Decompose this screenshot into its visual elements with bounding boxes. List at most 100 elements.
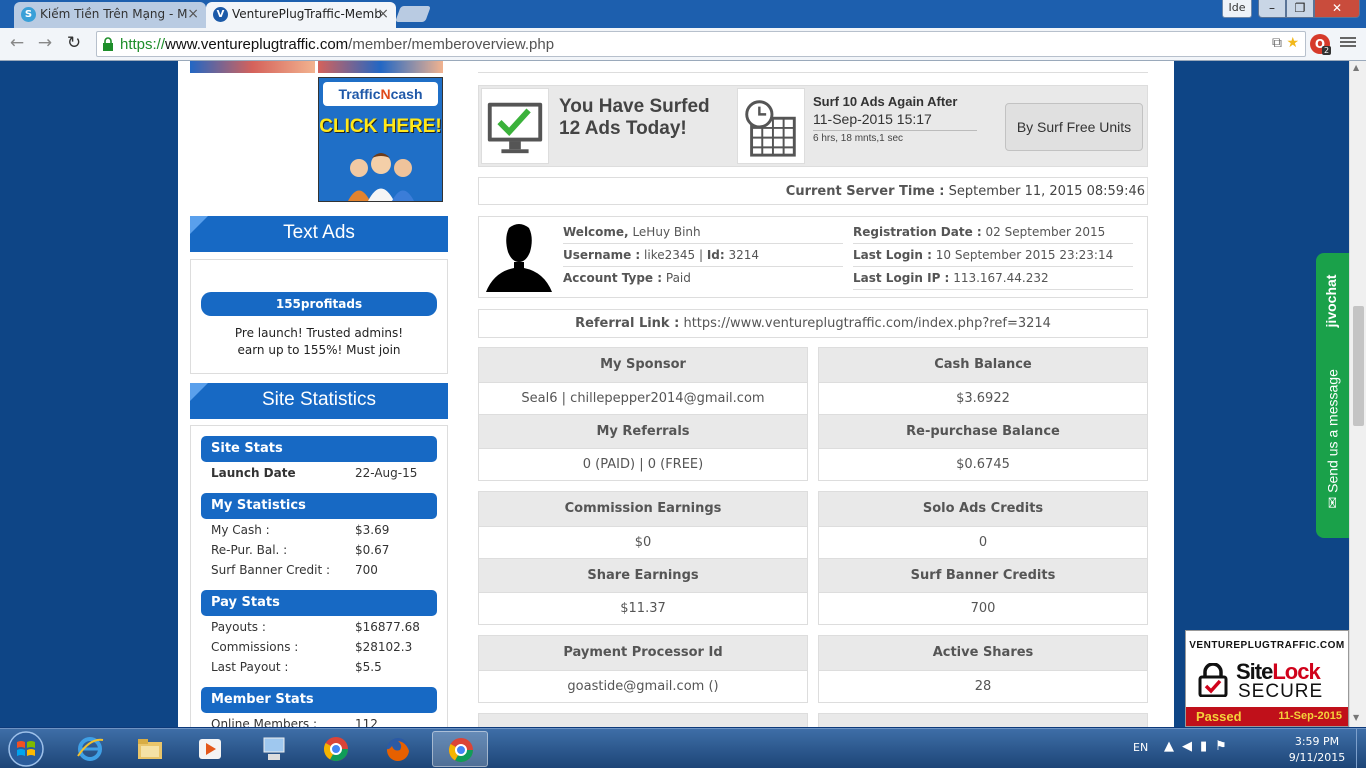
scroll-up-arrow-icon[interactable]: ▲ [1353,63,1359,72]
tab-kiem-tien[interactable]: S Kiếm Tiền Trên Mạng - M × [14,2,206,28]
taskbar-file-explorer[interactable] [122,731,178,767]
text-ad-body[interactable]: Pre launch! Trusted admins! earn up to 15… [201,325,437,359]
taskbar-clock[interactable]: 3:59 PM 9/11/2015 [1286,734,1348,766]
windows-taskbar: EN ▲◀▮⚑ 3:59 PM 9/11/2015 [0,728,1366,768]
page-content: TrafficNcash CLICK HERE! Text Ads 155pro… [178,61,1174,727]
input-language[interactable]: EN [1133,741,1148,754]
address-bar[interactable]: https://www.ventureplugtraffic.com/membe… [96,31,1306,57]
volume-icon[interactable]: ◀ [1182,739,1200,754]
repurchase-balance-label: Re-purchase Balance [819,414,1147,448]
cash-balance-label: Cash Balance [819,348,1147,382]
padlock-check-icon [1198,663,1228,697]
last-login-row: Last Login : 10 September 2015 23:23:14 [853,244,1133,267]
user-avatar-icon [484,222,554,292]
payment-processor-cell: Payment Processor Id goastide@gmail.com … [478,635,808,703]
text-ads-box: 155profitads Pre launch! Trusted admins!… [190,259,448,374]
chrome-icon [448,738,473,763]
taskbar-remote-app[interactable] [246,731,302,767]
close-window-button[interactable]: ✕ [1314,0,1360,18]
surf-time-left: 6 hrs, 18 mnts,1 sec [813,133,904,144]
taskbar-internet-explorer[interactable] [62,731,118,767]
calendar-clock-icon [737,88,805,164]
surf-again-date: 11-Sep-2015 15:17 [813,111,932,127]
banner-image[interactable] [318,61,443,73]
network-icon[interactable]: ▮ [1200,739,1215,754]
commission-earnings-value: $0 [479,526,807,558]
next-stats-cell [478,713,808,727]
click-here-text: CLICK HERE! [319,116,442,137]
welcome-row: Welcome, LeHuy Binh [563,221,843,244]
cash-balance-cell: Cash Balance $3.6922 Re-purchase Balance… [818,347,1148,481]
banner-image[interactable] [190,61,315,73]
menu-icon[interactable] [1340,35,1356,51]
translate-icon[interactable]: ⧉ [1272,35,1282,51]
taskbar-chrome[interactable] [308,731,364,767]
reload-icon[interactable]: ↻ [63,32,85,54]
trafficncash-logo: TrafficNcash [323,82,438,106]
folder-icon [138,739,162,759]
surf-banner-credits-label: Surf Banner Credits [819,558,1147,592]
scroll-down-arrow-icon[interactable]: ▼ [1353,713,1359,722]
taskbar-media-player[interactable] [182,731,238,767]
active-shares-cell: Active Shares 28 [818,635,1148,703]
referral-link[interactable]: Referral Link : https://www.ventureplugt… [478,309,1148,338]
site-statistics-heading: Site Statistics [190,383,448,419]
tab-ventureplugtraffic[interactable]: V VenturePlugTraffic-Memb × [206,2,396,28]
forward-arrow-icon[interactable]: → [34,32,56,54]
page-viewport: TrafficNcash CLICK HERE! Text Ads 155pro… [0,61,1349,727]
share-earnings-label: Share Earnings [479,558,807,592]
site-favicon-icon: S [21,7,36,22]
site-favicon-icon: V [213,7,228,22]
internet-explorer-icon [77,737,104,761]
divider [478,61,1148,73]
tab-close-icon[interactable]: × [187,2,199,26]
sitelock-status: Passed [1196,709,1242,724]
browser-toolbar: ← → ↻ https://www.ventureplugtraffic.com… [0,28,1366,61]
next-stats-cell [818,713,1148,727]
system-tray: ▲◀▮⚑ [1164,739,1235,754]
taskbar-firefox[interactable] [370,731,426,767]
tab-close-icon[interactable]: × [377,2,389,26]
back-arrow-icon[interactable]: ← [6,32,28,54]
commission-earnings-cell: Commission Earnings $0 Share Earnings $1… [478,491,808,625]
scroll-thumb[interactable] [1353,306,1364,426]
commission-earnings-label: Commission Earnings [479,492,807,526]
windows-start-icon[interactable] [4,730,48,768]
share-earnings-value: $11.37 [479,592,807,624]
jivochat-widget[interactable]: jivochat ✉ Send us a message [1316,253,1349,538]
active-shares-value: 28 [819,670,1147,702]
omnibox-icons: ⧉ ★ [1272,35,1299,51]
site-stats-title: Site Stats [201,436,437,462]
account-type-row: Account Type : Paid [563,271,691,285]
chrome-icon [323,737,348,762]
cash-balance-value: $3.6922 [819,382,1147,414]
maximize-button[interactable]: ❐ [1286,0,1314,18]
username-row: Username : like2345 | Id: 3214 [563,244,843,267]
profile-button[interactable]: Ide [1222,0,1252,18]
surf-panel: You Have Surfed 12 Ads Today! Surf 10 Ads… [478,85,1148,167]
show-desktop-button[interactable] [1356,729,1366,768]
surf-free-units-button[interactable]: By Surf Free Units [1005,103,1143,151]
server-time: Current Server Time : September 11, 2015… [478,177,1148,205]
action-center-icon[interactable]: ⚑ [1215,739,1235,754]
text-ad-title[interactable]: 155profitads [201,292,437,316]
repurchase-balance-value: $0.6745 [819,448,1147,480]
minimize-button[interactable]: – [1258,0,1286,18]
page-scrollbar[interactable]: ▲ ▼ [1349,61,1366,727]
family-photo-icon [348,153,414,201]
trafficncash-banner[interactable]: TrafficNcash CLICK HERE! [318,77,443,202]
registration-date-row: Registration Date : 02 September 2015 [853,221,1133,244]
new-tab-button[interactable] [395,6,431,22]
main-content: You Have Surfed 12 Ads Today! Surf 10 Ads… [478,61,1148,727]
show-hidden-icons-icon[interactable]: ▲ [1164,739,1182,754]
taskbar-chrome-active[interactable] [432,731,488,767]
sitelock-date: 11-Sep-2015 [1278,710,1342,722]
text-ads-heading: Text Ads [190,216,448,252]
tab-title: Kiếm Tiền Trên Mạng - M [40,7,188,21]
my-referrals-value: 0 (PAID) | 0 (FREE) [479,448,807,480]
sitelock-badge[interactable]: VENTUREPLUGTRAFFIC.COM SiteLock SECURE P… [1185,630,1349,727]
monitor-check-icon [481,88,549,164]
bookmark-star-icon[interactable]: ★ [1286,35,1299,51]
surf-banner-credits-value: 700 [819,592,1147,624]
tab-title: VenturePlugTraffic-Memb [232,7,382,21]
